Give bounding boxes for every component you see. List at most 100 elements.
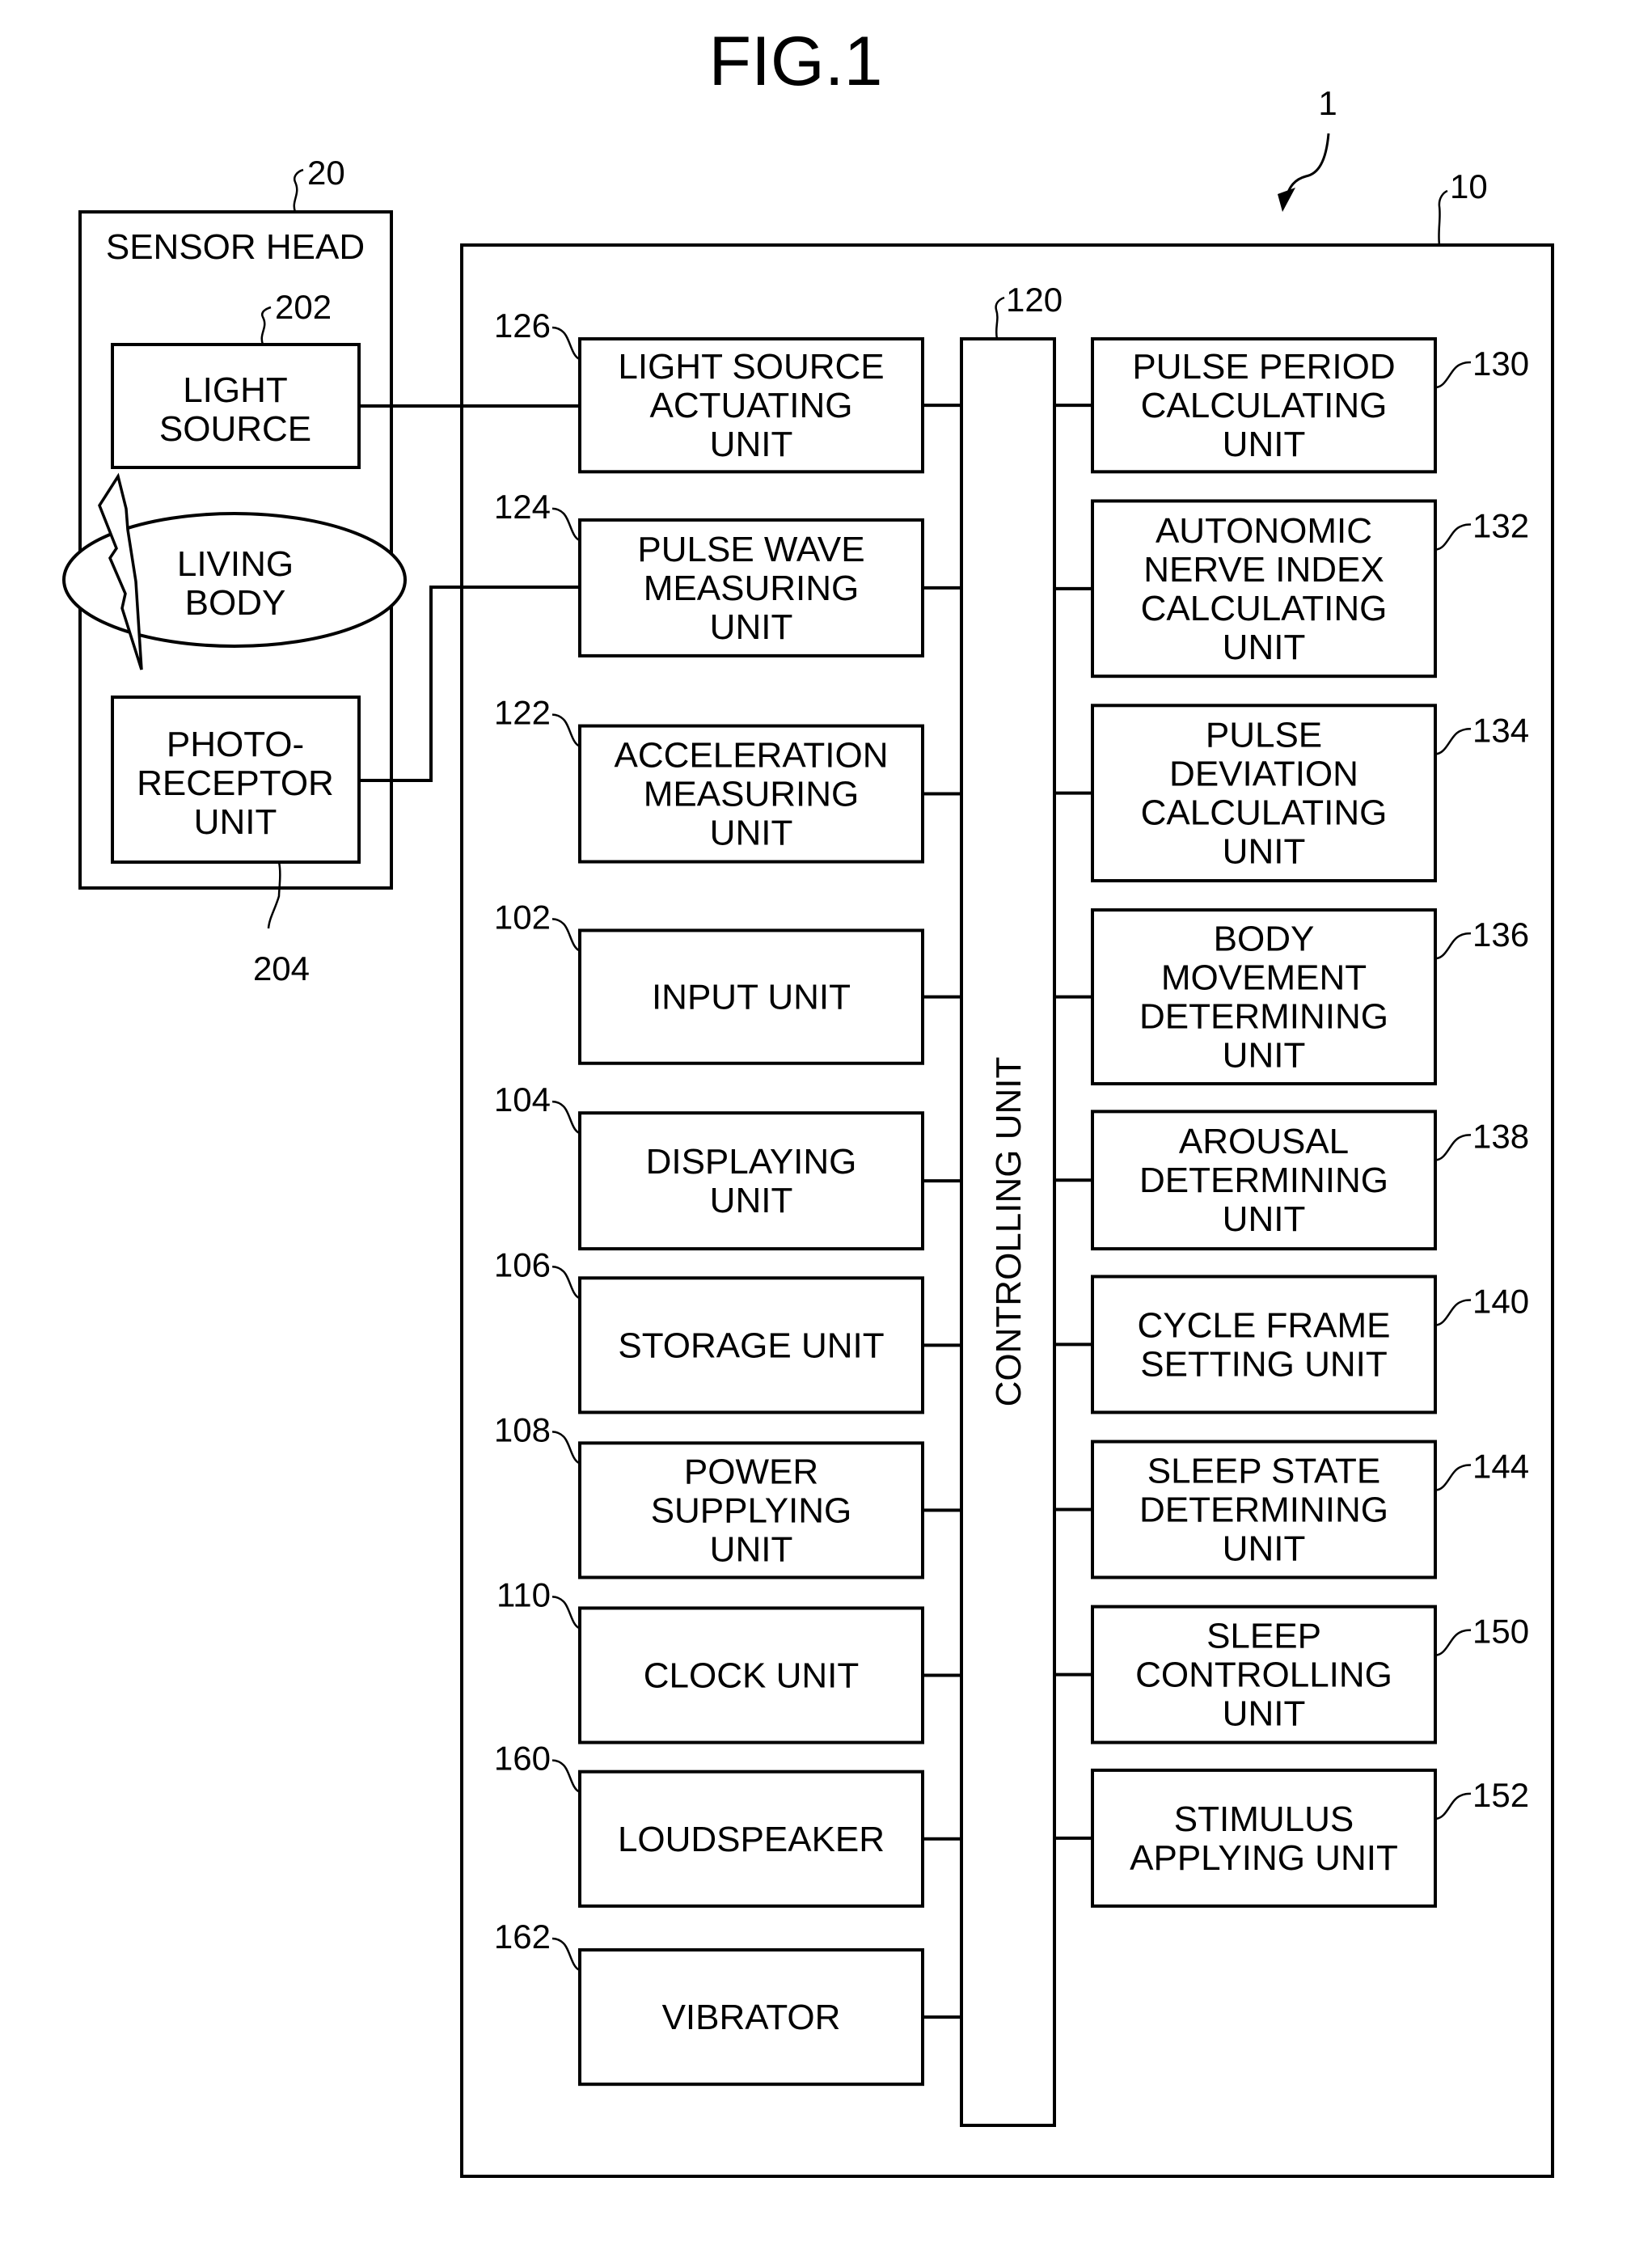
unit-label-line: MEASURING (644, 569, 859, 608)
leader-line (551, 1759, 581, 1793)
unit-label-line: UNIT (1223, 832, 1306, 872)
left-units: LIGHT SOURCEACTUATINGUNIT126PULSE WAVEME… (494, 307, 961, 2087)
unit-label-line: DETERMINING (1139, 1161, 1388, 1200)
leader-line (551, 713, 581, 747)
leader-line (1434, 728, 1472, 755)
unit-block-144: SLEEP STATEDETERMININGUNIT 144 (1054, 1440, 1529, 1579)
unit-block-126: LIGHT SOURCEACTUATINGUNIT 126 (494, 307, 961, 474)
unit-label-line: CALCULATING (1141, 793, 1388, 833)
unit-label-line: PULSE PERIOD (1132, 347, 1395, 387)
unit-label-line: DETERMINING (1139, 1491, 1388, 1530)
leader-line (551, 507, 581, 542)
unit-ref: 162 (494, 1918, 551, 1956)
unit-block-102: INPUT UNIT 102 (494, 898, 961, 1065)
leader-line (551, 1266, 581, 1300)
leader-line (551, 918, 581, 952)
unit-label-line: AROUSAL (1179, 1122, 1349, 1161)
sensor-head-label: SENSOR HEAD (106, 227, 365, 267)
unit-label-line: BODY (1214, 920, 1315, 959)
unit-block-162: VIBRATOR 162 (494, 1918, 961, 2087)
unit-block-140: CYCLE FRAMESETTING UNIT 140 (1054, 1275, 1529, 1414)
photoreceptor-line: UNIT (194, 802, 277, 842)
controlling-unit-ref: 120 (1006, 281, 1063, 319)
arrowhead-icon (1278, 188, 1295, 212)
unit-label-line: DEVIATION (1169, 755, 1358, 794)
unit-ref: 152 (1472, 1776, 1529, 1814)
unit-block-138: AROUSALDETERMININGUNIT 138 (1054, 1110, 1529, 1251)
unit-ref: 110 (496, 1575, 551, 1613)
leader-line (293, 168, 304, 213)
photoreceptor-ref: 204 (253, 949, 310, 987)
unit-ref: 138 (1472, 1117, 1529, 1155)
unit-ref: 132 (1472, 506, 1529, 544)
unit-ref: 108 (494, 1410, 551, 1448)
unit-block-132: AUTONOMICNERVE INDEXCALCULATINGUNIT 132 (1054, 499, 1529, 679)
unit-ref: 122 (494, 694, 551, 732)
unit-label-line: DETERMINING (1139, 997, 1388, 1037)
unit-label-line: SLEEP STATE (1147, 1452, 1381, 1491)
leader-line (551, 1596, 581, 1630)
leader-line (1434, 361, 1472, 389)
unit-label-line: INPUT UNIT (652, 978, 851, 1017)
unit-ref: 150 (1472, 1613, 1529, 1651)
leader-line (1434, 1299, 1472, 1326)
unit-label-line: STORAGE UNIT (618, 1326, 884, 1365)
sensor-head: SENSOR HEAD 20 LIGHT SOURCE 202 LIVING B… (62, 154, 407, 987)
living-body-line: LIVING (177, 544, 294, 584)
block-diagram: FIG.1 1 SENSOR HEAD 20 LIGHT SOURCE 202 … (62, 23, 1554, 2178)
unit-label-line: APPLYING UNIT (1130, 1838, 1398, 1878)
unit-label-line: STIMULUS (1174, 1799, 1354, 1839)
leader-line (1434, 1134, 1472, 1161)
unit-ref: 102 (494, 898, 551, 936)
unit-label-line: UNIT (710, 607, 793, 647)
unit-label-line: UNIT (1223, 1036, 1306, 1076)
unit-block-124: PULSE WAVEMEASURINGUNIT 124 (494, 488, 961, 658)
unit-ref: 104 (494, 1080, 551, 1118)
unit-label-line: UNIT (710, 1181, 793, 1220)
living-body-line: BODY (185, 583, 286, 623)
unit-ref: 130 (1472, 345, 1529, 383)
photoreceptor-line: RECEPTOR (137, 763, 334, 803)
unit-ref: 134 (1472, 711, 1529, 749)
unit-block-106: STORAGE UNIT 106 (494, 1245, 961, 1414)
unit-ref: 126 (494, 307, 551, 345)
unit-block-108: POWERSUPPLYINGUNIT 108 (494, 1410, 961, 1579)
leader-line (1438, 189, 1448, 246)
unit-ref: 144 (1472, 1448, 1529, 1486)
unit-label-line: UNIT (1223, 628, 1306, 667)
sensor-head-ref: 20 (307, 154, 345, 192)
unit-label-line: UNIT (1223, 425, 1306, 464)
unit-label-line: CONTROLLING (1135, 1655, 1392, 1695)
unit-block-152: STIMULUSAPPLYING UNIT 152 (1054, 1768, 1529, 1908)
unit-block-104: DISPLAYINGUNIT 104 (494, 1080, 961, 1251)
unit-label-line: SLEEP (1206, 1617, 1321, 1656)
system-ref-label: 1 (1318, 84, 1337, 122)
leader-line (551, 1431, 581, 1465)
leader-line (551, 326, 581, 361)
unit-block-110: CLOCK UNIT 110 (496, 1575, 961, 1744)
unit-ref: 160 (494, 1740, 551, 1778)
unit-label-line: MOVEMENT (1161, 958, 1367, 998)
main-unit-ref: 10 (1450, 167, 1488, 205)
leader-line (267, 861, 281, 929)
unit-block-134: PULSEDEVIATIONCALCULATINGUNIT 134 (1054, 704, 1529, 883)
system-ref-arrow (1286, 133, 1330, 195)
leader-line (1434, 523, 1472, 551)
unit-label-line: VIBRATOR (662, 1998, 841, 2037)
unit-label-line: LOUDSPEAKER (618, 1820, 885, 1859)
unit-label-line: PULSE (1206, 716, 1322, 755)
leader-line (551, 1937, 581, 1972)
unit-block-122: ACCELERATIONMEASURINGUNIT 122 (494, 694, 961, 864)
unit-label-line: AUTONOMIC (1156, 511, 1372, 551)
right-units: PULSE PERIODCALCULATINGUNIT130AUTONOMICN… (1054, 336, 1529, 1908)
leader-line (551, 1100, 581, 1135)
unit-ref: 136 (1472, 915, 1529, 954)
unit-label-line: NERVE INDEX (1143, 550, 1384, 590)
unit-label-line: SUPPLYING (651, 1491, 852, 1530)
leader-line (1434, 932, 1472, 960)
unit-label-line: UNIT (710, 425, 793, 464)
unit-ref: 124 (494, 488, 551, 526)
leader-line (1434, 1464, 1472, 1491)
light-source-line: SOURCE (159, 409, 311, 449)
light-source-ref: 202 (275, 288, 332, 326)
